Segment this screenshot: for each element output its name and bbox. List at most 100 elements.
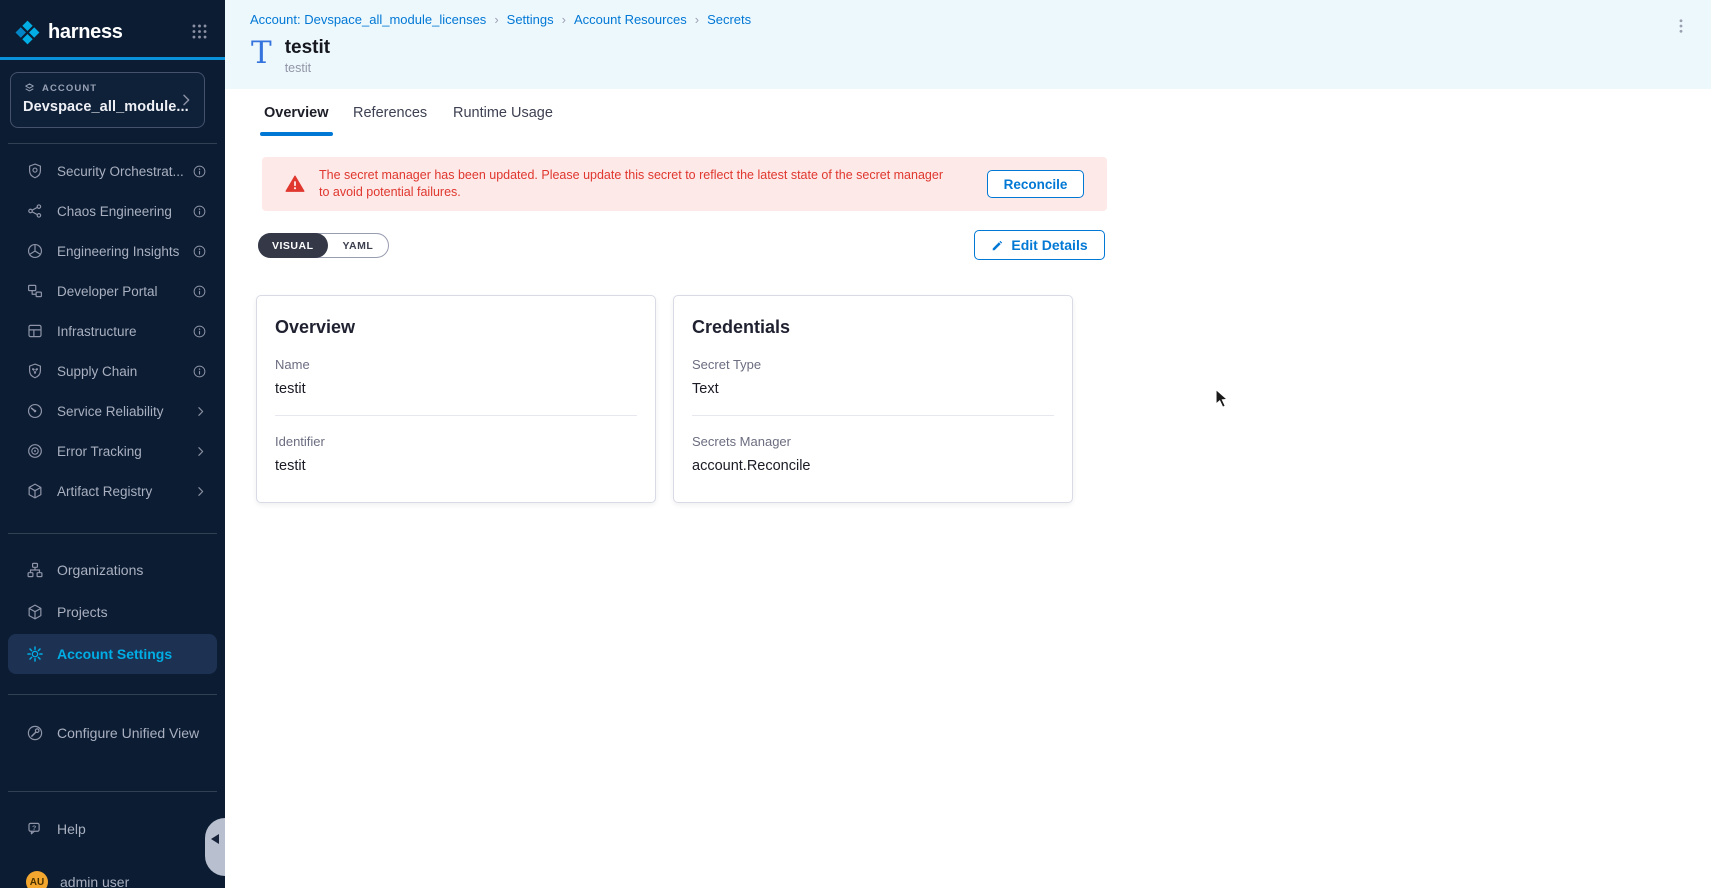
- overview-card: Overview Name testit Identifier testit: [256, 295, 656, 503]
- sidebar-item-label: Help: [57, 821, 207, 837]
- portal-icon: [26, 282, 44, 300]
- sidebar-item-security-orchestration[interactable]: Security Orchestrat...: [8, 151, 217, 191]
- brand-accent-line: [0, 57, 225, 60]
- tab-label: Runtime Usage: [453, 105, 553, 121]
- sidebar-item-label: Artifact Registry: [57, 484, 194, 499]
- gear-icon: [26, 645, 44, 663]
- secret-title-block: T testit testit: [251, 37, 330, 75]
- wrench-circle-icon: [26, 724, 44, 742]
- harness-app: harness ACCOUNT Devspace_all_module... S…: [0, 0, 1711, 888]
- tab-overview[interactable]: Overview: [264, 89, 329, 136]
- sidebar-item-artifact-registry[interactable]: Artifact Registry: [8, 471, 217, 511]
- module-grid-icon[interactable]: [190, 22, 209, 41]
- sidebar-item-label: Configure Unified View: [57, 725, 207, 741]
- kebab-menu-icon[interactable]: [1672, 15, 1690, 37]
- page-title: testit: [285, 37, 330, 58]
- sidebar-item-engineering-insights[interactable]: Engineering Insights: [8, 231, 217, 271]
- tab-label: References: [353, 105, 427, 121]
- field-label-name: Name: [275, 357, 637, 372]
- sidebar-item-label: Projects: [57, 604, 207, 620]
- breadcrumb-account-link[interactable]: Account: Devspace_all_module_licenses: [250, 12, 486, 27]
- target-icon: [26, 442, 44, 460]
- info-icon[interactable]: [192, 324, 207, 339]
- info-icon[interactable]: [192, 284, 207, 299]
- sidebar-item-infrastructure[interactable]: Infrastructure: [8, 311, 217, 351]
- toggle-yaml-option[interactable]: YAML: [328, 240, 389, 252]
- sidebar-item-error-tracking[interactable]: Error Tracking: [8, 431, 217, 471]
- sidebar-item-configure-unified-view[interactable]: Configure Unified View: [8, 713, 217, 753]
- sidebar-item-label: Error Tracking: [57, 444, 194, 459]
- mouse-cursor: [1213, 388, 1232, 409]
- sidebar-item-account-settings[interactable]: Account Settings: [8, 634, 217, 674]
- sidebar-divider: [8, 533, 217, 534]
- sidebar-item-label: Chaos Engineering: [57, 204, 192, 219]
- chevron-right-icon: [194, 405, 207, 418]
- sidebar-item-label: Organizations: [57, 562, 207, 578]
- toggle-visual-option[interactable]: VISUAL: [258, 233, 328, 258]
- field-value-name: testit: [275, 381, 637, 397]
- tab-runtime-usage[interactable]: Runtime Usage: [453, 89, 553, 136]
- sidebar-item-developer-portal[interactable]: Developer Portal: [8, 271, 217, 311]
- help-bubble-icon: [26, 820, 44, 838]
- warning-triangle-icon: [285, 174, 305, 194]
- sidebar-item-label: Supply Chain: [57, 364, 192, 379]
- user-avatar: AU: [26, 871, 48, 888]
- sidebar-divider: [8, 143, 217, 144]
- breadcrumb-separator: ›: [695, 12, 699, 27]
- sidebar-item-projects[interactable]: Projects: [8, 592, 217, 632]
- harness-logo-icon: [14, 19, 41, 46]
- field-divider: [692, 415, 1054, 416]
- sidebar-collapse-handle[interactable]: [205, 818, 225, 876]
- page-header: Account: Devspace_all_module_licenses › …: [225, 0, 1711, 89]
- reconcile-button[interactable]: Reconcile: [987, 170, 1084, 198]
- insights-icon: [26, 242, 44, 260]
- field-label-identifier: Identifier: [275, 434, 637, 449]
- page-subtitle: testit: [285, 61, 330, 75]
- sidebar-item-label: Infrastructure: [57, 324, 192, 339]
- breadcrumb: Account: Devspace_all_module_licenses › …: [250, 12, 751, 27]
- sidebar-item-service-reliability[interactable]: Service Reliability: [8, 391, 217, 431]
- text-secret-type-icon: T: [251, 37, 272, 70]
- chevron-right-icon: [194, 485, 207, 498]
- gauge-icon: [26, 402, 44, 420]
- field-label-secret-type: Secret Type: [692, 357, 1054, 372]
- pencil-icon: [991, 239, 1004, 252]
- tab-bar: Overview References Runtime Usage: [225, 89, 1711, 136]
- card-title: Overview: [275, 317, 637, 338]
- orgchart-icon: [26, 561, 44, 579]
- info-icon[interactable]: [192, 244, 207, 259]
- harness-logo[interactable]: harness: [14, 17, 123, 47]
- edit-details-button[interactable]: Edit Details: [974, 230, 1105, 260]
- warning-message: The secret manager has been updated. Ple…: [319, 167, 949, 202]
- shield-icon: [26, 162, 44, 180]
- harness-logo-text: harness: [48, 21, 123, 44]
- info-icon[interactable]: [192, 204, 207, 219]
- sidebar-item-supply-chain[interactable]: Supply Chain: [8, 351, 217, 391]
- field-label-secrets-manager: Secrets Manager: [692, 434, 1054, 449]
- info-icon[interactable]: [192, 164, 207, 179]
- supply-chain-icon: [26, 362, 44, 380]
- account-selector[interactable]: ACCOUNT Devspace_all_module...: [10, 72, 205, 128]
- sidebar-item-label: Account Settings: [57, 646, 207, 662]
- breadcrumb-secrets-link[interactable]: Secrets: [707, 12, 751, 27]
- breadcrumb-account-resources-link[interactable]: Account Resources: [574, 12, 687, 27]
- collapse-arrow-icon: [211, 834, 219, 844]
- tab-references[interactable]: References: [353, 89, 427, 136]
- chevron-right-icon: [194, 445, 207, 458]
- account-name: Devspace_all_module...: [23, 99, 192, 115]
- chaos-icon: [26, 202, 44, 220]
- breadcrumb-settings-link[interactable]: Settings: [507, 12, 554, 27]
- breadcrumb-separator: ›: [562, 12, 566, 27]
- credentials-card: Credentials Secret Type Text Secrets Man…: [673, 295, 1073, 503]
- info-icon[interactable]: [192, 364, 207, 379]
- field-value-secret-type: Text: [692, 381, 1054, 397]
- sidebar-item-label: Security Orchestrat...: [57, 164, 192, 179]
- sidebar-item-user-profile[interactable]: AU admin user: [8, 862, 217, 888]
- sidebar-item-help[interactable]: Help: [8, 809, 217, 849]
- field-divider: [275, 415, 637, 416]
- sidebar-item-organizations[interactable]: Organizations: [8, 550, 217, 590]
- field-value-identifier: testit: [275, 458, 637, 474]
- edit-details-label: Edit Details: [1011, 237, 1087, 253]
- sidebar-item-chaos-engineering[interactable]: Chaos Engineering: [8, 191, 217, 231]
- sidebar-item-label: Service Reliability: [57, 404, 194, 419]
